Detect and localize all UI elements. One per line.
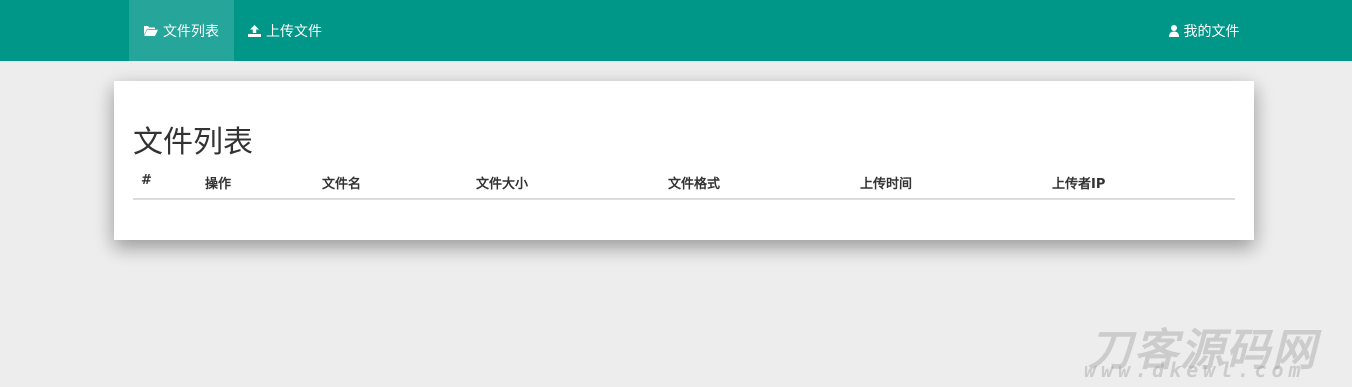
page-title: 文件列表 [133,125,253,160]
user-icon [1168,24,1179,37]
column-header-format: 文件格式 [668,177,721,192]
column-header-index: # [141,173,152,188]
nav-item-my-files[interactable]: 我的文件 [1154,0,1254,61]
column-header-actions: 操作 [205,177,232,192]
nav-item-file-list-label: 文件列表 [163,23,219,40]
watermark-url: www.dkewl.com [1084,358,1306,382]
folder-open-icon [144,25,158,36]
top-navbar: 文件列表 上传文件 我的文件 [0,0,1352,61]
file-table-header: # 操作 文件名 文件大小 文件格式 上传时间 上传者IP [133,171,1235,200]
watermark: 刀客源码网 www.dkewl.com [1078,312,1340,382]
column-header-upload-time: 上传时间 [860,177,913,192]
nav-item-my-files-label: 我的文件 [1183,23,1240,40]
nav-item-upload-label: 上传文件 [266,23,322,40]
column-header-uploader-ip: 上传者IP [1052,177,1106,192]
column-header-filesize: 文件大小 [476,177,529,192]
column-header-filename: 文件名 [322,177,362,192]
nav-item-file-list[interactable]: 文件列表 [129,0,234,61]
upload-icon [248,24,261,37]
nav-item-upload[interactable]: 上传文件 [234,0,336,61]
file-list-card: 文件列表 # 操作 文件名 文件大小 文件格式 上传时间 上传者IP [114,81,1254,240]
